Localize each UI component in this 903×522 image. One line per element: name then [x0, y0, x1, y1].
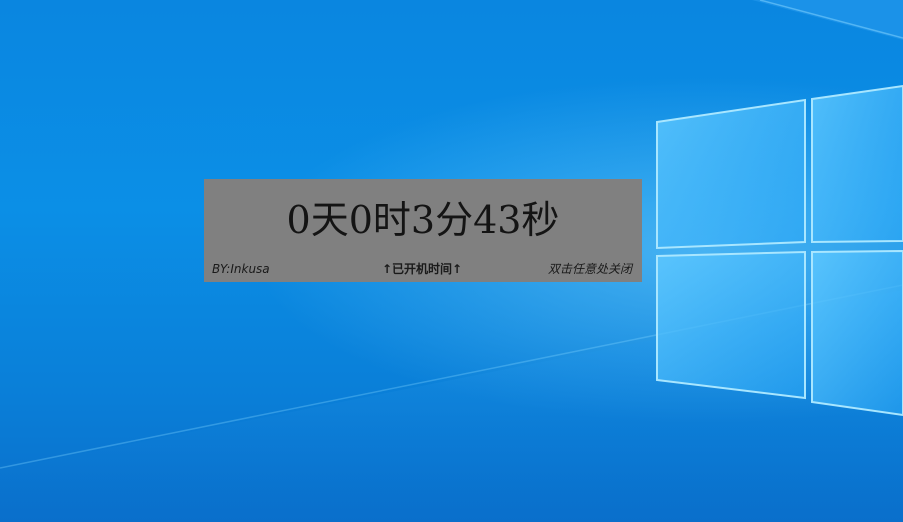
desktop-wallpaper: 0天0时3分43秒 BY:Inkusa ↑已开机时间↑ 双击任意处关闭	[0, 0, 903, 522]
uptime-display: 0天0时3分43秒	[286, 198, 560, 242]
uptime-widget[interactable]: 0天0时3分43秒 BY:Inkusa ↑已开机时间↑ 双击任意处关闭	[204, 179, 642, 282]
close-hint: 双击任意处关闭	[547, 262, 632, 276]
widget-footer: BY:Inkusa ↑已开机时间↑ 双击任意处关闭	[212, 260, 632, 278]
